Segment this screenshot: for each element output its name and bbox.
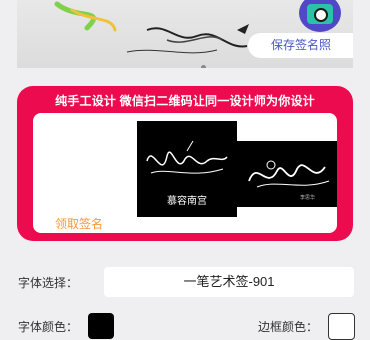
signature-name: 慕容南宫 — [167, 196, 207, 207]
font-select-label: 字体选择： — [18, 276, 79, 290]
font-color-label: 字体颜色： — [18, 320, 79, 334]
signature-scribble-2 — [248, 160, 330, 188]
get-signature-link[interactable]: 领取签名 — [55, 215, 103, 232]
promo-title: 纯手工设计 微信扫二维码让同一设计师为你设计 — [55, 94, 315, 108]
hero-banner: 保存签名照 — [17, 0, 353, 68]
promo-card: 纯手工设计 微信扫二维码让同一设计师为你设计 慕容南宫 李思华 领取签名 — [17, 86, 353, 241]
border-color-label: 边框颜色： — [258, 320, 319, 334]
signature-tag: 李思华 — [299, 195, 315, 201]
font-color-swatch[interactable] — [88, 313, 114, 339]
carousel-indicator — [201, 65, 206, 68]
font-select-input[interactable]: 一笔艺术签-901 — [104, 267, 354, 297]
signature-sample-2: 李思华 — [237, 141, 337, 207]
signature-sample-1: 慕容南宫 — [137, 121, 237, 217]
save-signature-photo-button[interactable]: 保存签名照 — [248, 33, 353, 58]
promo-signature-panel: 慕容南宫 李思华 领取签名 — [33, 113, 337, 233]
border-color-swatch[interactable] — [328, 313, 355, 340]
